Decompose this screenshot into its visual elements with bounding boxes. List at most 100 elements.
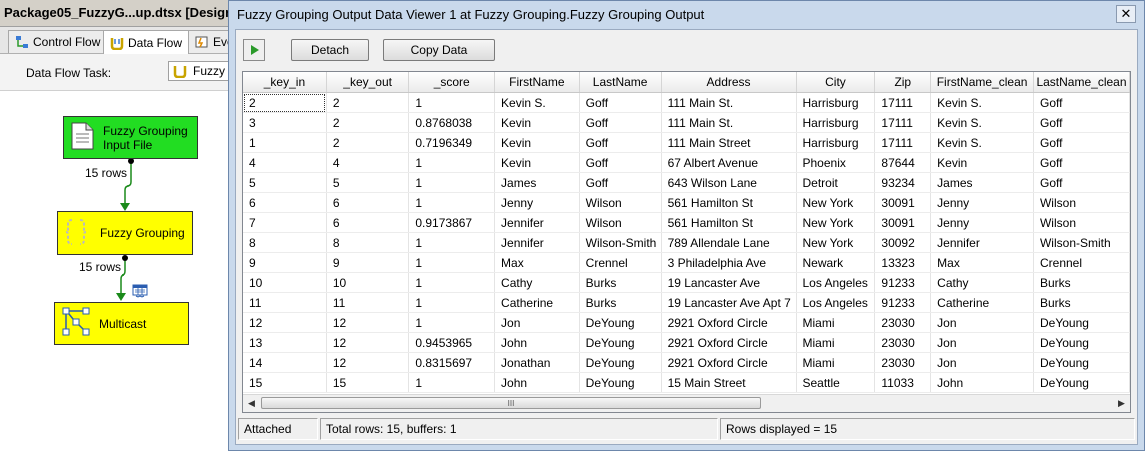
- table-cell[interactable]: 14: [243, 352, 327, 373]
- table-row[interactable]: 6 6 1 Jenny Wilson 561 Hamilton St New York 300…: [243, 192, 1130, 213]
- column-header[interactable]: _key_in: [243, 72, 327, 93]
- table-cell[interactable]: 6: [243, 192, 327, 213]
- scroll-right-icon[interactable]: ▶: [1113, 395, 1130, 412]
- table-cell[interactable]: Wilson-Smith: [579, 232, 662, 253]
- table-row[interactable]: 14 12 0.8315697 Jonathan DeYoung 2921 Oxford …: [243, 352, 1130, 373]
- table-cell[interactable]: 1: [408, 292, 496, 313]
- table-row[interactable]: 1 2 0.7196349 Kevin Goff 111 Main Street Harri…: [243, 132, 1130, 153]
- table-cell[interactable]: Jon: [930, 332, 1034, 353]
- table-row[interactable]: 15 15 1 John DeYoung 15 Main Street Seattle 110…: [243, 372, 1130, 393]
- table-cell[interactable]: 1: [408, 252, 496, 273]
- table-cell[interactable]: Goff: [579, 112, 662, 133]
- tab-data-flow[interactable]: Data Flow: [103, 30, 190, 54]
- table-cell[interactable]: Newark: [796, 252, 876, 273]
- table-cell[interactable]: 23030: [874, 332, 932, 353]
- table-cell[interactable]: 23030: [874, 352, 932, 373]
- table-cell[interactable]: Wilson-Smith: [1033, 232, 1130, 253]
- table-cell[interactable]: John: [494, 332, 580, 353]
- data-grid[interactable]: _key_in _key_out _score FirstName LastName Ad…: [242, 71, 1131, 413]
- table-cell[interactable]: 8: [243, 232, 327, 253]
- table-cell[interactable]: 13: [243, 332, 327, 353]
- table-cell[interactable]: New York: [796, 212, 876, 233]
- table-cell[interactable]: Wilson: [579, 192, 662, 213]
- table-cell[interactable]: 17111: [874, 112, 932, 133]
- table-cell[interactable]: Miami: [796, 312, 876, 333]
- table-cell[interactable]: Phoenix: [796, 152, 876, 173]
- table-cell[interactable]: 13323: [874, 252, 932, 273]
- table-cell[interactable]: Goff: [579, 152, 662, 173]
- table-cell[interactable]: 2921 Oxford Circle: [661, 352, 797, 373]
- table-cell[interactable]: DeYoung: [579, 352, 662, 373]
- table-cell[interactable]: 0.7196349: [408, 132, 496, 153]
- table-cell[interactable]: 93234: [874, 172, 932, 193]
- table-cell[interactable]: 789 Allendale Lane: [661, 232, 797, 253]
- horizontal-scrollbar[interactable]: ◀ III ▶: [243, 394, 1130, 412]
- column-header[interactable]: FirstName: [494, 72, 580, 93]
- component-multicast[interactable]: Multicast: [54, 302, 189, 345]
- table-cell[interactable]: DeYoung: [1033, 312, 1130, 333]
- table-cell[interactable]: Detroit: [796, 172, 876, 193]
- table-cell[interactable]: DeYoung: [1033, 372, 1130, 393]
- scrollbar-thumb[interactable]: III: [261, 397, 761, 409]
- table-cell[interactable]: Miami: [796, 332, 876, 353]
- table-cell[interactable]: DeYoung: [579, 372, 662, 393]
- table-cell[interactable]: 1: [408, 372, 496, 393]
- table-row[interactable]: 10 10 1 Cathy Burks 19 Lancaster Ave Los Angel…: [243, 272, 1130, 293]
- table-cell[interactable]: 15: [243, 372, 327, 393]
- table-cell[interactable]: 2: [326, 112, 410, 133]
- table-cell[interactable]: 12: [326, 312, 410, 333]
- table-cell[interactable]: 10: [326, 272, 410, 293]
- table-cell[interactable]: 1: [408, 312, 496, 333]
- column-header[interactable]: LastName: [579, 72, 662, 93]
- table-row[interactable]: 5 5 1 James Goff 643 Wilson Lane Detroit 93234 J…: [243, 172, 1130, 193]
- table-cell[interactable]: John: [494, 372, 580, 393]
- table-cell[interactable]: Catherine: [930, 292, 1034, 313]
- table-row[interactable]: 9 9 1 Max Crennel 3 Philadelphia Ave Newark 133…: [243, 252, 1130, 273]
- table-cell[interactable]: Harrisburg: [796, 92, 876, 113]
- table-cell[interactable]: Seattle: [796, 372, 876, 393]
- table-cell[interactable]: 2: [326, 92, 410, 113]
- table-cell[interactable]: 561 Hamilton St: [661, 192, 797, 213]
- table-cell[interactable]: Miami: [796, 352, 876, 373]
- table-cell[interactable]: 4: [326, 152, 410, 173]
- table-cell[interactable]: 67 Albert Avenue: [661, 152, 797, 173]
- table-cell[interactable]: Los Angeles: [796, 272, 876, 293]
- table-cell[interactable]: 17111: [874, 92, 932, 113]
- column-header[interactable]: Zip: [874, 72, 932, 93]
- table-cell[interactable]: 2: [326, 132, 410, 153]
- table-cell[interactable]: 111 Main St.: [661, 92, 797, 113]
- table-cell[interactable]: New York: [796, 232, 876, 253]
- table-cell[interactable]: 2921 Oxford Circle: [661, 332, 797, 353]
- table-cell[interactable]: 10: [243, 272, 327, 293]
- table-cell[interactable]: 19 Lancaster Ave Apt 7: [661, 292, 797, 313]
- table-row[interactable]: 4 4 1 Kevin Goff 67 Albert Avenue Phoenix 87644…: [243, 152, 1130, 173]
- table-cell[interactable]: Harrisburg: [796, 132, 876, 153]
- table-cell[interactable]: 1: [408, 272, 496, 293]
- table-cell[interactable]: Goff: [1033, 132, 1130, 153]
- table-cell[interactable]: Burks: [1033, 292, 1130, 313]
- table-cell[interactable]: 11: [243, 292, 327, 313]
- table-cell[interactable]: 1: [243, 132, 327, 153]
- table-cell[interactable]: 5: [326, 172, 410, 193]
- table-cell[interactable]: James: [930, 172, 1034, 193]
- table-cell[interactable]: 3: [243, 112, 327, 133]
- play-button[interactable]: [243, 39, 265, 61]
- table-cell[interactable]: Kevin: [494, 132, 580, 153]
- table-cell[interactable]: Wilson: [1033, 212, 1130, 233]
- table-cell[interactable]: Cathy: [494, 272, 580, 293]
- table-cell[interactable]: 91233: [874, 272, 932, 293]
- table-cell[interactable]: 30092: [874, 232, 932, 253]
- table-cell[interactable]: Jenny: [494, 192, 580, 213]
- table-cell[interactable]: 561 Hamilton St: [661, 212, 797, 233]
- table-cell[interactable]: Max: [930, 252, 1034, 273]
- table-cell[interactable]: 15 Main Street: [661, 372, 797, 393]
- table-cell[interactable]: 30091: [874, 192, 932, 213]
- table-cell[interactable]: 30091: [874, 212, 932, 233]
- table-cell[interactable]: Kevin: [930, 152, 1034, 173]
- table-cell[interactable]: 87644: [874, 152, 932, 173]
- table-row[interactable]: 8 8 1 Jennifer Wilson-Smith 789 Allendale Lan…: [243, 232, 1130, 253]
- table-row[interactable]: 2 2 1 Kevin S. Goff 111 Main St. Harrisburg 171…: [243, 92, 1130, 113]
- column-header[interactable]: _key_out: [326, 72, 410, 93]
- table-cell[interactable]: 5: [243, 172, 327, 193]
- table-row[interactable]: 3 2 0.8768038 Kevin Goff 111 Main St. Harrisbu…: [243, 112, 1130, 133]
